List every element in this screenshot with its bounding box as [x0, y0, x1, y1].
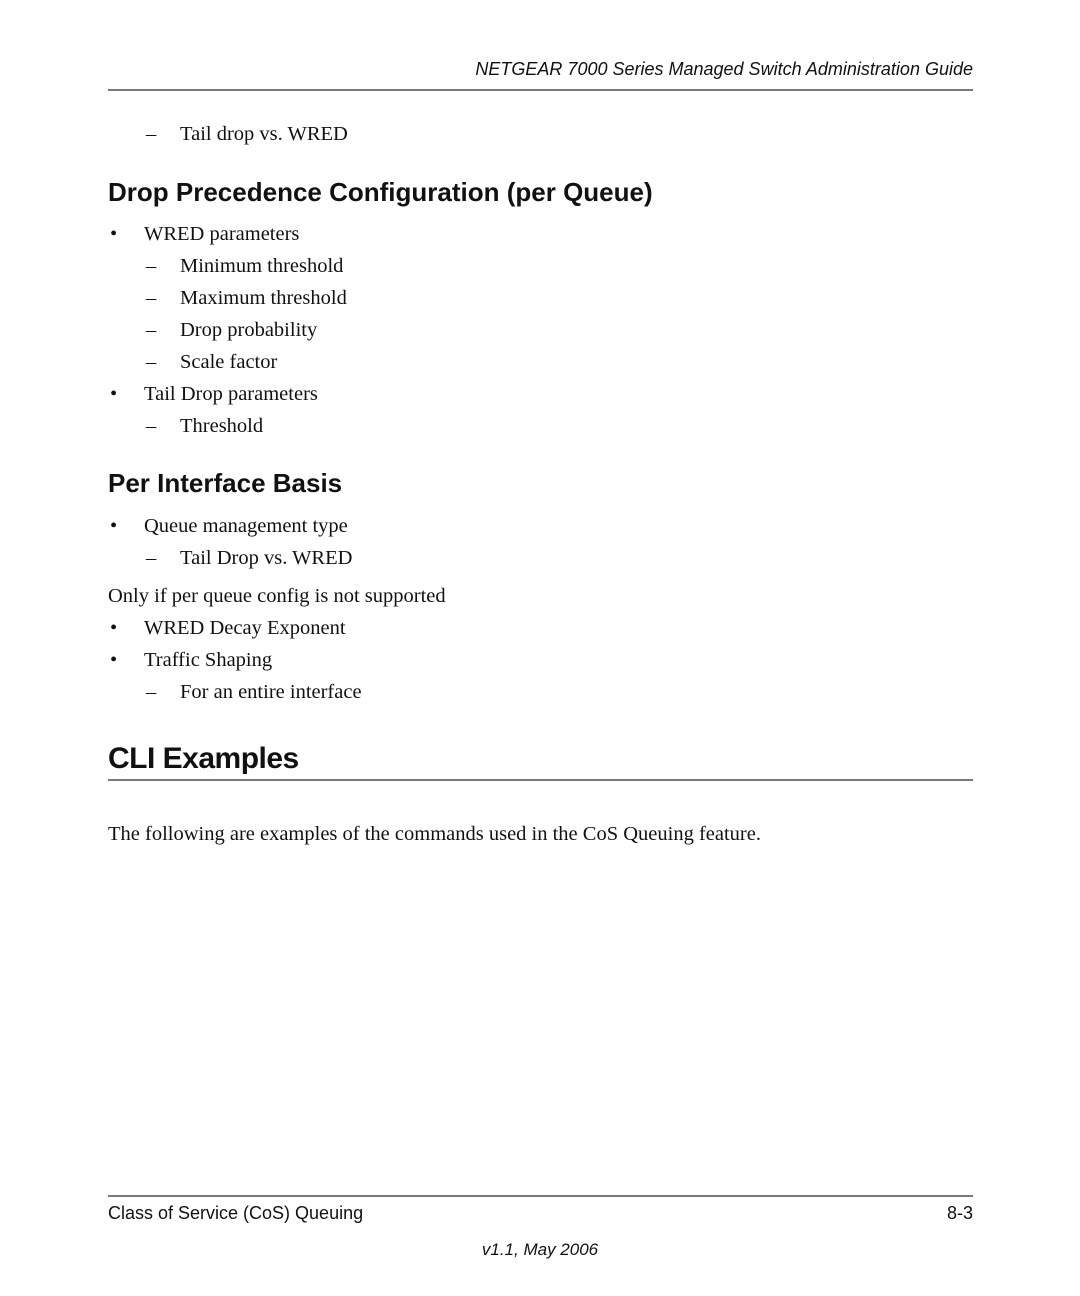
dash-marker: –: [146, 319, 157, 341]
section-heading-per-interface: Per Interface Basis: [108, 468, 343, 498]
list-item-text: Minimum threshold: [180, 255, 344, 277]
footer-version: v1.1, May 2006: [481, 1240, 599, 1259]
dash-marker: –: [146, 287, 157, 309]
list-item-text: Tail Drop vs. WRED: [180, 547, 353, 569]
section-heading-drop-precedence: Drop Precedence Configuration (per Queue…: [108, 177, 653, 207]
per-interface-list: • Queue management type – Tail Drop vs. …: [0, 516, 1080, 716]
cli-examples-paragraph: The following are examples of the comman…: [108, 823, 761, 845]
dash-marker: –: [146, 255, 157, 277]
bullet-marker: •: [110, 223, 118, 245]
footer-page-number: 8-3: [946, 1203, 973, 1223]
list-item-text: Tail Drop parameters: [144, 383, 318, 405]
header-divider: [108, 89, 973, 91]
bullet-marker: •: [110, 649, 118, 671]
list-item-text: Tail drop vs. WRED: [180, 123, 348, 145]
footer-chapter-title: Class of Service (CoS) Queuing: [108, 1203, 364, 1223]
paragraph-text: Only if per queue config is not supporte…: [108, 585, 446, 607]
list-item-text: WRED Decay Exponent: [144, 617, 346, 639]
bullet-marker: •: [110, 617, 118, 639]
dash-marker: –: [146, 415, 157, 437]
intro-list-item: – Tail drop vs. WRED: [0, 124, 1080, 148]
running-header-title: NETGEAR 7000 Series Managed Switch Admin…: [475, 59, 973, 79]
list-item-text: Drop probability: [180, 319, 318, 341]
bullet-marker: •: [110, 515, 118, 537]
list-item-text: For an entire interface: [180, 681, 362, 703]
list-item-text: Queue management type: [144, 515, 348, 537]
cli-examples-divider: [108, 779, 973, 781]
list-item-text: Traffic Shaping: [144, 649, 273, 671]
drop-precedence-list: • WRED parameters – Minimum threshold – …: [0, 224, 1080, 454]
section-heading-cli-examples: CLI Examples: [108, 742, 299, 775]
dash-marker: –: [146, 351, 157, 373]
footer-divider: [108, 1195, 973, 1197]
dash-marker: –: [146, 547, 157, 569]
dash-marker: –: [146, 123, 157, 145]
list-item-text: Threshold: [180, 415, 264, 437]
list-item-text: WRED parameters: [144, 223, 300, 245]
dash-marker: –: [146, 681, 157, 703]
list-item-text: Maximum threshold: [180, 287, 347, 309]
list-item-text: Scale factor: [180, 351, 278, 373]
bullet-marker: •: [110, 383, 118, 405]
